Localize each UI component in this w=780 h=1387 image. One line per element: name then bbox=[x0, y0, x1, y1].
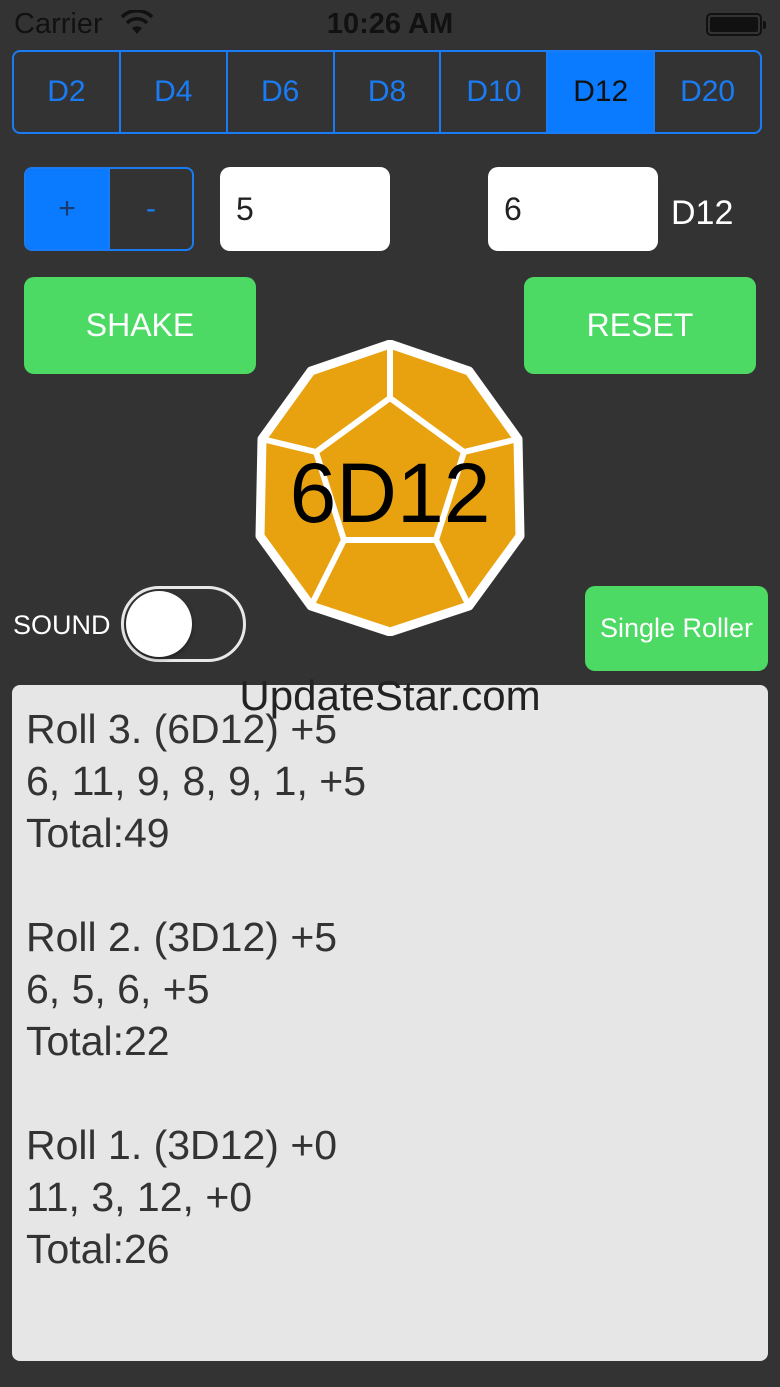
roll-values: 6, 5, 6, +5 bbox=[26, 966, 210, 1012]
segment-d2[interactable]: D2 bbox=[14, 52, 121, 132]
reset-button[interactable]: RESET bbox=[524, 277, 756, 374]
segment-d10[interactable]: D10 bbox=[441, 52, 549, 132]
roll-values: 11, 3, 12, +0 bbox=[26, 1174, 253, 1220]
segment-d4[interactable]: D4 bbox=[121, 52, 228, 132]
clock: 10:26 AM bbox=[326, 8, 454, 40]
roll-total: Total:22 bbox=[26, 1018, 170, 1064]
roll-log[interactable]: Roll 3. (6D12) +5 6, 11, 9, 8, 9, 1, +5 … bbox=[12, 685, 768, 1361]
modifier-field[interactable]: 5 bbox=[220, 167, 390, 251]
roll-total: Total:49 bbox=[26, 810, 170, 856]
dice-type-selector: D2 D4 D6 D8 D10 D12 D20 bbox=[12, 50, 762, 134]
status-bar: Carrier 10:26 AM bbox=[0, 0, 780, 50]
log-entry: Roll 3. (6D12) +5 6, 11, 9, 8, 9, 1, +5 … bbox=[26, 703, 754, 859]
shake-button[interactable]: SHAKE bbox=[24, 277, 256, 374]
roll-header: Roll 1. (3D12) +0 bbox=[26, 1122, 338, 1168]
dice-count-field[interactable]: 6 bbox=[488, 167, 658, 251]
decrement-button[interactable]: - bbox=[108, 169, 192, 249]
die-type-label: D12 bbox=[671, 194, 734, 232]
sound-label: SOUND bbox=[13, 610, 111, 640]
segment-d20[interactable]: D20 bbox=[655, 52, 760, 132]
single-roller-button[interactable]: Single Roller bbox=[585, 586, 768, 671]
increment-button[interactable]: + bbox=[26, 169, 108, 249]
segment-d6[interactable]: D6 bbox=[228, 52, 335, 132]
roll-header: Roll 2. (3D12) +5 bbox=[26, 914, 338, 960]
roll-total: Total:26 bbox=[26, 1226, 170, 1272]
roll-values: 6, 11, 9, 8, 9, 1, +5 bbox=[26, 758, 367, 804]
log-entry: Roll 2. (3D12) +5 6, 5, 6, +5 Total:22 bbox=[26, 911, 754, 1067]
toggle-knob bbox=[126, 591, 192, 657]
watermark: UpdateStar.com bbox=[239, 672, 541, 719]
sound-toggle[interactable] bbox=[121, 586, 246, 662]
segment-d12[interactable]: D12 bbox=[548, 52, 656, 132]
segment-d8[interactable]: D8 bbox=[335, 52, 442, 132]
modifier-stepper: + - bbox=[24, 167, 194, 251]
dice-notation-label: 6D12 bbox=[289, 446, 491, 540]
log-entry: Roll 1. (3D12) +0 11, 3, 12, +0 Total:26 bbox=[26, 1119, 754, 1275]
battery-icon bbox=[706, 13, 766, 36]
